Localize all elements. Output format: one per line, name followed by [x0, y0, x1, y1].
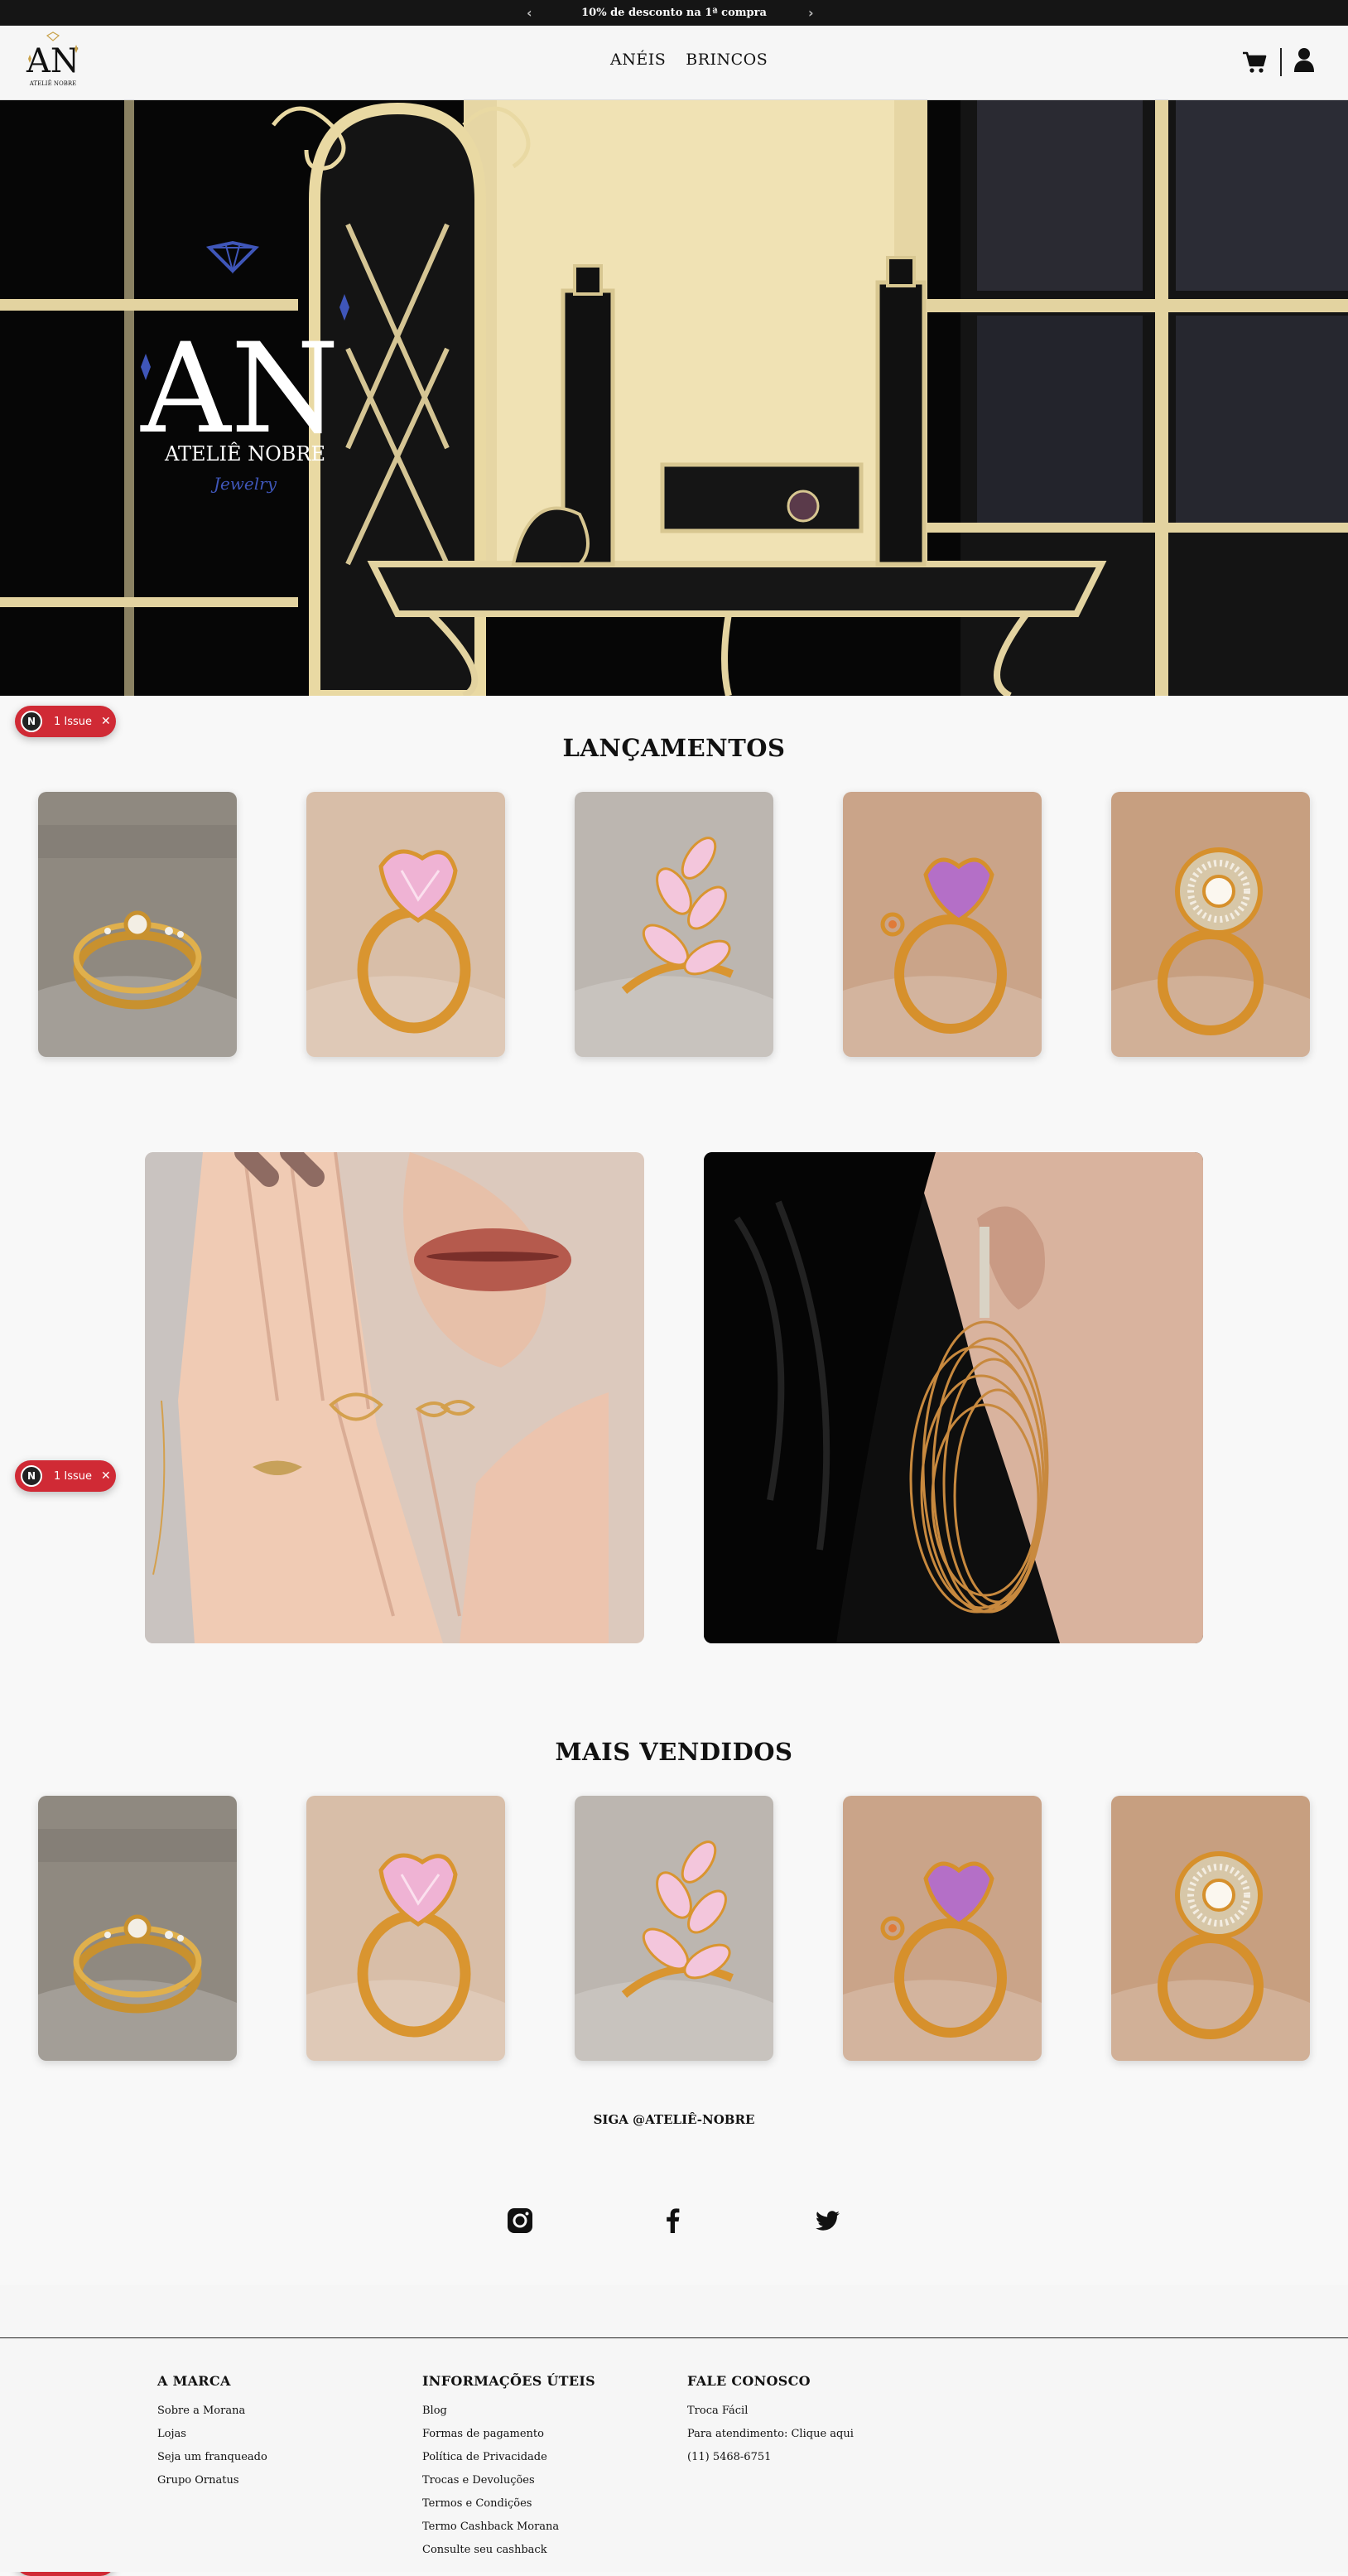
- section-title-lancamentos: LANÇAMENTOS: [562, 734, 786, 762]
- twitter-icon[interactable]: [813, 2207, 841, 2235]
- hero-tagline: Jewelry: [210, 474, 277, 494]
- footer-heading: A MARCA: [157, 2373, 231, 2389]
- header-divider: [1280, 48, 1282, 76]
- footer-link[interactable]: Para atendimento: Clique aqui: [687, 2423, 854, 2446]
- footer-link[interactable]: Lojas: [157, 2423, 267, 2446]
- chevron-left-icon[interactable]: ‹: [527, 5, 532, 21]
- product-card-spiral-ring[interactable]: [1111, 792, 1310, 1057]
- product-image: [1111, 1796, 1310, 2061]
- footer-heading: INFORMAÇÕES ÚTEIS: [422, 2373, 596, 2389]
- hero-brand: ATELIÊ NOBRE: [164, 441, 325, 466]
- footer-link[interactable]: Troca Fácil: [687, 2400, 854, 2423]
- nav-item-aneis[interactable]: ANÉIS: [610, 51, 666, 69]
- product-card-pink-heart-ring[interactable]: [306, 1796, 505, 2061]
- footer-link[interactable]: Trocas e Devoluções: [422, 2469, 595, 2492]
- follow-text: SIGA @ATELIÊ-NOBRE: [593, 2112, 755, 2127]
- footer-link[interactable]: Consulte seu cashback: [422, 2539, 595, 2562]
- product-card-gold-band-ring[interactable]: [38, 1796, 237, 2061]
- banner-hoop-earring[interactable]: [704, 1152, 1203, 1643]
- svg-text:AN: AN: [26, 42, 79, 80]
- product-image: [38, 792, 237, 1057]
- footer-link[interactable]: Blog: [422, 2400, 595, 2423]
- product-image: [843, 792, 1042, 1057]
- close-icon[interactable]: ✕: [101, 1469, 111, 1483]
- issue-n-icon: N: [21, 1465, 42, 1487]
- footer-link: (11) 5468-6751: [687, 2451, 772, 2463]
- issue-badge[interactable]: N 1 Issue ✕: [15, 706, 116, 737]
- product-card-gold-band-ring[interactable]: [38, 792, 237, 1057]
- issue-badge[interactable]: N 1 Issue ✕: [15, 1460, 116, 1492]
- footer-col-marca: A MARCA Sobre a Morana Lojas Seja um fra…: [157, 2373, 267, 2492]
- product-image: [306, 792, 505, 1057]
- hero-logo-letters: AN: [140, 317, 339, 461]
- product-image: [306, 1796, 505, 2061]
- user-icon[interactable]: [1293, 47, 1315, 74]
- instagram-icon[interactable]: [506, 2207, 534, 2235]
- brand-logo[interactable]: AN ATELIÊ NOBRE: [20, 31, 86, 95]
- nav-item-brincos[interactable]: BRINCOS: [686, 51, 768, 69]
- cart-icon[interactable]: [1242, 51, 1267, 74]
- footer-link[interactable]: Formas de pagamento: [422, 2423, 595, 2446]
- product-card-purple-heart-ring[interactable]: [843, 792, 1042, 1057]
- footer-link[interactable]: Seja um franqueado: [157, 2446, 267, 2469]
- footer-col-info: INFORMAÇÕES ÚTEIS Blog Formas de pagamen…: [422, 2373, 595, 2562]
- footer-link[interactable]: Termos e Condições: [422, 2492, 595, 2516]
- issue-label: 1 Issue: [54, 1469, 93, 1483]
- product-card-pink-heart-ring[interactable]: [306, 792, 505, 1057]
- product-image: [38, 1796, 237, 2061]
- promo-bar: ‹ 10% de desconto na 1ª compra ›: [0, 0, 1348, 26]
- product-card-pink-leaf-ring[interactable]: [575, 792, 773, 1057]
- footer-link[interactable]: Grupo Ornatus: [157, 2469, 267, 2492]
- footer-heading: FALE CONOSCO: [687, 2373, 811, 2389]
- promo-text: 10% de desconto na 1ª compra: [581, 7, 767, 19]
- product-image: [575, 1796, 773, 2061]
- product-card-purple-heart-ring[interactable]: [843, 1796, 1042, 2061]
- close-icon[interactable]: ✕: [101, 715, 111, 728]
- facebook-icon[interactable]: [659, 2207, 687, 2235]
- product-image: [1111, 792, 1310, 1057]
- footer-link[interactable]: Termo Cashback Morana: [422, 2516, 595, 2539]
- site-header: AN ATELIÊ NOBRE ANÉIS BRINCOS: [0, 26, 1348, 100]
- product-card-spiral-ring[interactable]: [1111, 1796, 1310, 2061]
- hero-banner[interactable]: AN ATELIÊ NOBRE Jewelry: [0, 100, 1348, 696]
- footer-col-contato: FALE CONOSCO Troca Fácil Para atendiment…: [687, 2373, 854, 2469]
- section-title-mais-vendidos: MAIS VENDIDOS: [555, 1738, 793, 1766]
- logo-caption: ATELIÊ NOBRE: [29, 80, 77, 87]
- hero-illustration: AN ATELIÊ NOBRE Jewelry: [0, 100, 1348, 696]
- footer-link[interactable]: Sobre a Morana: [157, 2400, 267, 2423]
- issue-label: 1 Issue: [54, 715, 93, 728]
- main-nav: ANÉIS BRINCOS: [610, 51, 768, 69]
- product-image: [575, 792, 773, 1057]
- issue-n-icon: N: [21, 711, 42, 732]
- product-card-pink-leaf-ring[interactable]: [575, 1796, 773, 2061]
- footer-divider: [0, 2337, 1348, 2338]
- product-image: [843, 1796, 1042, 2061]
- chevron-right-icon[interactable]: ›: [808, 5, 814, 21]
- banner-hand-rings[interactable]: [145, 1152, 644, 1643]
- footer-link[interactable]: Política de Privacidade: [422, 2446, 595, 2469]
- site-footer: A MARCA Sobre a Morana Lojas Seja um fra…: [0, 2285, 1348, 2572]
